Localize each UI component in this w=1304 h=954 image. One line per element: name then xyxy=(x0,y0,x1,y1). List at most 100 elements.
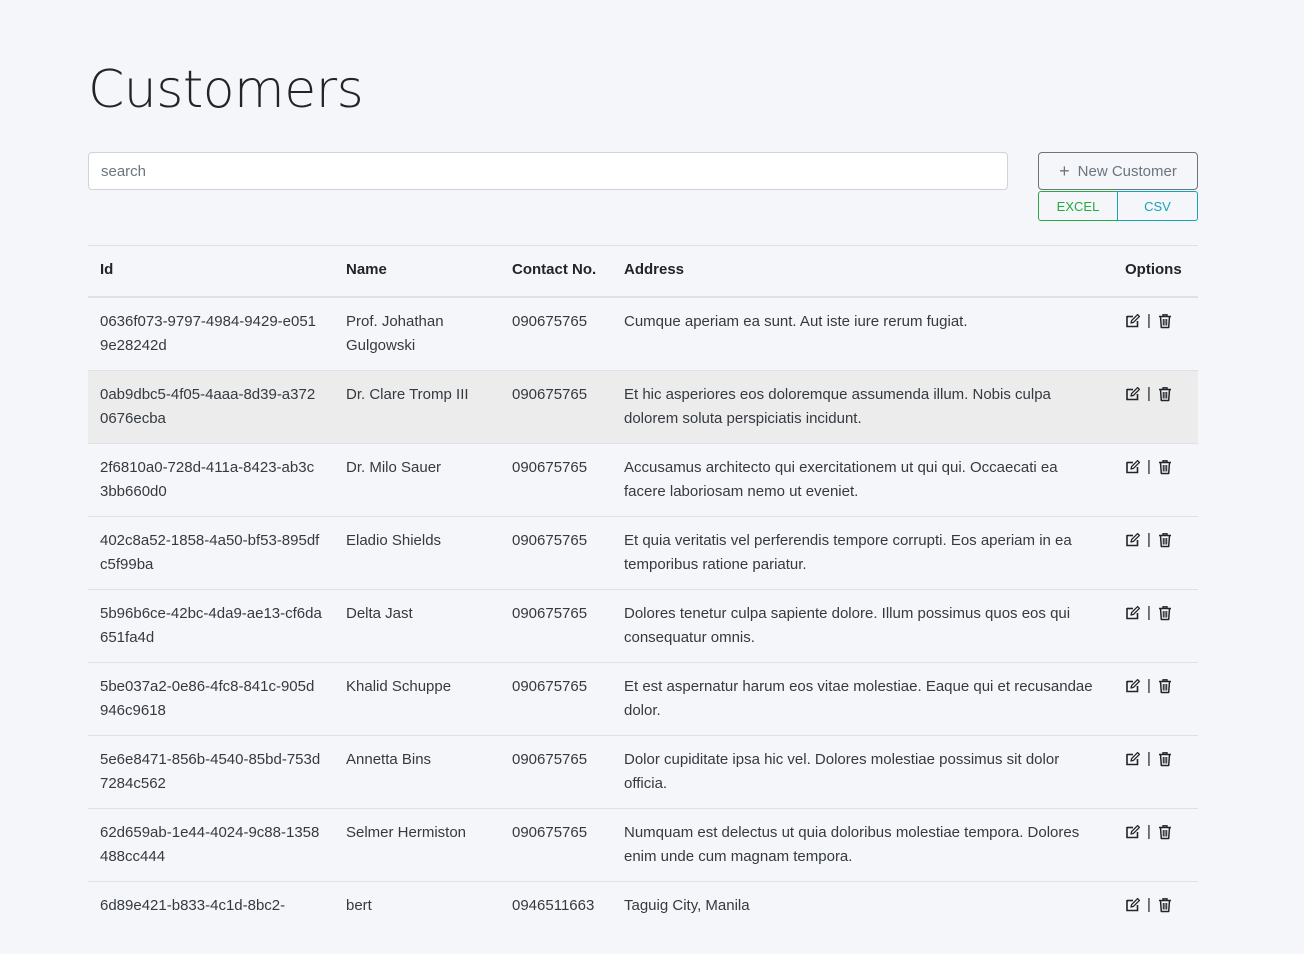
edit-icon[interactable] xyxy=(1125,677,1141,695)
column-header-name: Name xyxy=(334,246,500,298)
export-csv-button[interactable]: CSV xyxy=(1117,191,1198,221)
cell-name: Annetta Bins xyxy=(334,736,500,809)
export-excel-button[interactable]: EXCEL xyxy=(1038,191,1118,221)
edit-icon[interactable] xyxy=(1125,458,1141,476)
export-button-group: EXCEL CSV xyxy=(1038,191,1198,221)
cell-id: 402c8a52-1858-4a50-bf53-895dfc5f99ba xyxy=(88,517,334,590)
options-separator: | xyxy=(1147,823,1151,841)
cell-options: | xyxy=(1113,882,1198,954)
cell-address: Cumque aperiam ea sunt. Aut iste iure re… xyxy=(612,297,1113,371)
cell-address: Taguig City, Manila xyxy=(612,882,1113,954)
column-header-address: Address xyxy=(612,246,1113,298)
edit-icon[interactable] xyxy=(1125,750,1141,768)
customers-table-container: Id Name Contact No. Address Options 0636… xyxy=(88,245,1198,954)
options-separator: | xyxy=(1147,312,1151,330)
column-header-options: Options xyxy=(1113,246,1198,298)
cell-address: Accusamus architecto qui exercitationem … xyxy=(612,444,1113,517)
edit-icon[interactable] xyxy=(1125,896,1141,914)
cell-address: Dolor cupiditate ipsa hic vel. Dolores m… xyxy=(612,736,1113,809)
edit-icon[interactable] xyxy=(1125,823,1141,841)
table-row[interactable]: 62d659ab-1e44-4024-9c88-1358488cc444Selm… xyxy=(88,809,1198,882)
edit-icon[interactable] xyxy=(1125,604,1141,622)
cell-name: bert xyxy=(334,882,500,954)
trash-icon[interactable] xyxy=(1157,385,1173,403)
table-row[interactable]: 5e6e8471-856b-4540-85bd-753d7284c562Anne… xyxy=(88,736,1198,809)
column-header-contact: Contact No. xyxy=(500,246,612,298)
table-row[interactable]: 402c8a52-1858-4a50-bf53-895dfc5f99baElad… xyxy=(88,517,1198,590)
row-options: | xyxy=(1125,310,1186,330)
cell-options: | xyxy=(1113,590,1198,663)
cell-name: Delta Jast xyxy=(334,590,500,663)
options-separator: | xyxy=(1147,896,1151,914)
table-row[interactable]: 2f6810a0-728d-411a-8423-ab3c3bb660d0Dr. … xyxy=(88,444,1198,517)
table-row[interactable]: 5b96b6ce-42bc-4da9-ae13-cf6da651fa4dDelt… xyxy=(88,590,1198,663)
cell-address: Dolores tenetur culpa sapiente dolore. I… xyxy=(612,590,1113,663)
row-options: | xyxy=(1125,675,1186,695)
cell-options: | xyxy=(1113,371,1198,444)
cell-contact: 090675765 xyxy=(500,517,612,590)
table-row[interactable]: 0ab9dbc5-4f05-4aaa-8d39-a3720676ecbaDr. … xyxy=(88,371,1198,444)
cell-id: 5be037a2-0e86-4fc8-841c-905d946c9618 xyxy=(88,663,334,736)
cell-address: Et quia veritatis vel perferendis tempor… xyxy=(612,517,1113,590)
trash-icon[interactable] xyxy=(1157,312,1173,330)
cell-address: Numquam est delectus ut quia doloribus m… xyxy=(612,809,1113,882)
cell-name: Dr. Milo Sauer xyxy=(334,444,500,517)
cell-contact: 090675765 xyxy=(500,297,612,371)
table-body: 0636f073-9797-4984-9429-e0519e28242dProf… xyxy=(88,297,1198,954)
options-separator: | xyxy=(1147,604,1151,622)
cell-contact: 0946511663 xyxy=(500,882,612,954)
cell-id: 62d659ab-1e44-4024-9c88-1358488cc444 xyxy=(88,809,334,882)
cell-options: | xyxy=(1113,297,1198,371)
row-options: | xyxy=(1125,821,1186,841)
cell-name: Khalid Schuppe xyxy=(334,663,500,736)
cell-id: 2f6810a0-728d-411a-8423-ab3c3bb660d0 xyxy=(88,444,334,517)
row-options: | xyxy=(1125,456,1186,476)
cell-contact: 090675765 xyxy=(500,663,612,736)
options-separator: | xyxy=(1147,385,1151,403)
options-separator: | xyxy=(1147,458,1151,476)
options-separator: | xyxy=(1147,750,1151,768)
cell-contact: 090675765 xyxy=(500,736,612,809)
row-options: | xyxy=(1125,894,1186,914)
page-title: Customers xyxy=(88,52,363,128)
cell-name: Prof. Johathan Gulgowski xyxy=(334,297,500,371)
new-customer-button[interactable]: + New Customer xyxy=(1038,152,1198,190)
cell-contact: 090675765 xyxy=(500,590,612,663)
cell-contact: 090675765 xyxy=(500,444,612,517)
trash-icon[interactable] xyxy=(1157,531,1173,549)
cell-id: 5e6e8471-856b-4540-85bd-753d7284c562 xyxy=(88,736,334,809)
cell-options: | xyxy=(1113,444,1198,517)
cell-contact: 090675765 xyxy=(500,809,612,882)
cell-contact: 090675765 xyxy=(500,371,612,444)
edit-icon[interactable] xyxy=(1125,385,1141,403)
edit-icon[interactable] xyxy=(1125,312,1141,330)
cell-name: Selmer Hermiston xyxy=(334,809,500,882)
column-header-id: Id xyxy=(88,246,334,298)
cell-options: | xyxy=(1113,517,1198,590)
trash-icon[interactable] xyxy=(1157,604,1173,622)
cell-id: 0636f073-9797-4984-9429-e0519e28242d xyxy=(88,297,334,371)
cell-name: Dr. Clare Tromp III xyxy=(334,371,500,444)
row-options: | xyxy=(1125,529,1186,549)
trash-icon[interactable] xyxy=(1157,896,1173,914)
new-customer-label: New Customer xyxy=(1078,163,1177,180)
cell-id: 0ab9dbc5-4f05-4aaa-8d39-a3720676ecba xyxy=(88,371,334,444)
trash-icon[interactable] xyxy=(1157,458,1173,476)
options-separator: | xyxy=(1147,677,1151,695)
table-header-row: Id Name Contact No. Address Options xyxy=(88,246,1198,298)
options-separator: | xyxy=(1147,531,1151,549)
table-row[interactable]: 5be037a2-0e86-4fc8-841c-905d946c9618Khal… xyxy=(88,663,1198,736)
cell-id: 5b96b6ce-42bc-4da9-ae13-cf6da651fa4d xyxy=(88,590,334,663)
trash-icon[interactable] xyxy=(1157,750,1173,768)
trash-icon[interactable] xyxy=(1157,823,1173,841)
plus-icon: + xyxy=(1059,162,1070,180)
table-row[interactable]: 0636f073-9797-4984-9429-e0519e28242dProf… xyxy=(88,297,1198,371)
search-input[interactable] xyxy=(88,152,1008,190)
table-row[interactable]: 6d89e421-b833-4c1d-8bc2-bert0946511663Ta… xyxy=(88,882,1198,954)
cell-address: Et est aspernatur harum eos vitae molest… xyxy=(612,663,1113,736)
cell-options: | xyxy=(1113,736,1198,809)
edit-icon[interactable] xyxy=(1125,531,1141,549)
cell-id: 6d89e421-b833-4c1d-8bc2- xyxy=(88,882,334,954)
trash-icon[interactable] xyxy=(1157,677,1173,695)
row-options: | xyxy=(1125,602,1186,622)
